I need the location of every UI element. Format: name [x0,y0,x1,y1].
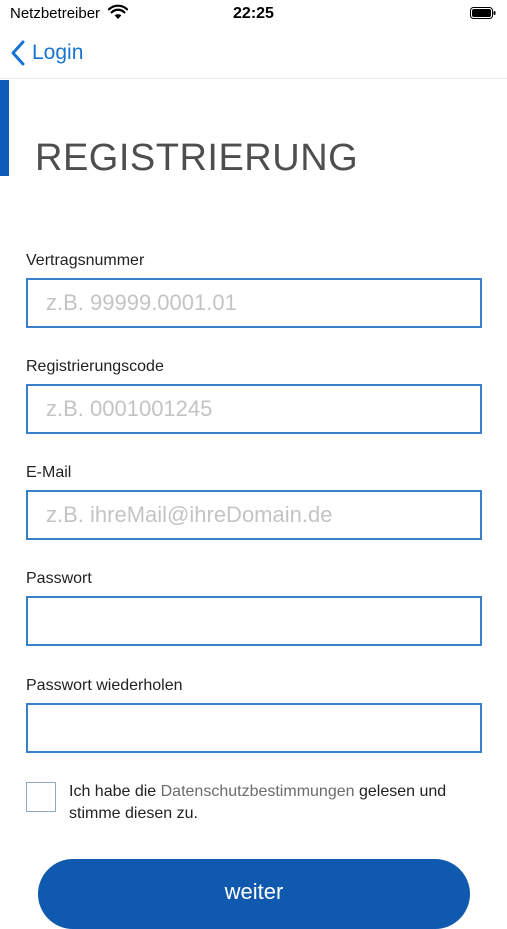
accent-bar [0,80,9,176]
battery-icon [470,7,496,19]
back-button-label: Login [32,41,84,64]
contract-number-label: Vertragsnummer [26,252,145,269]
back-button[interactable]: Login [10,38,83,68]
password-input[interactable] [26,596,482,646]
navigation-bar: Login [0,30,507,79]
email-label: E-Mail [26,464,72,481]
registration-code-label: Registrierungscode [26,358,164,375]
email-input[interactable] [26,490,482,540]
contract-number-input[interactable] [26,278,482,328]
status-bar: Netzbetreiber 22:25 [0,0,507,30]
clock: 22:25 [233,5,274,22]
submit-button-label: weiter [224,879,284,904]
registration-code-input[interactable] [26,384,482,434]
privacy-policy-link[interactable]: Datenschutzbestimmungen [161,783,355,800]
page-title: REGISTRIERUNG [35,137,359,179]
submit-button[interactable]: weiter [38,859,470,929]
consent-checkbox[interactable] [26,782,56,812]
password-repeat-input[interactable] [26,703,482,753]
password-label: Passwort [26,570,92,587]
password-repeat-label: Passwort wiederholen [26,677,183,694]
consent-text-before: Ich habe die [69,783,161,800]
chevron-left-icon [11,40,25,66]
consent-text: Ich habe die Datenschutzbestimmungen gel… [69,781,469,825]
